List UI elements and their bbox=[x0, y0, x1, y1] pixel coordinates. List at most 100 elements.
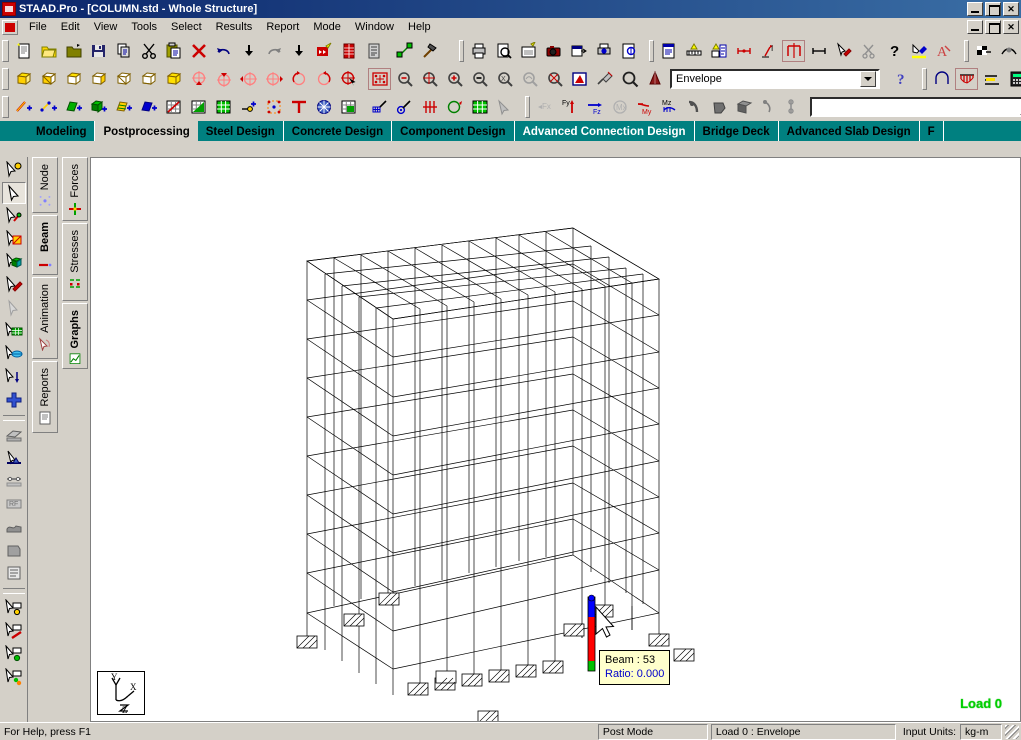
chevron-down-icon[interactable] bbox=[860, 70, 876, 87]
solid-property-icon[interactable] bbox=[2, 539, 26, 561]
node-point-icon[interactable] bbox=[237, 96, 260, 118]
vtab-stresses[interactable]: Stresses bbox=[62, 223, 88, 301]
dimension-beam-icon[interactable] bbox=[707, 40, 730, 62]
select-by-node-icon[interactable] bbox=[2, 597, 26, 619]
view-3d-icon[interactable] bbox=[112, 68, 135, 90]
spin-left-icon[interactable] bbox=[287, 68, 310, 90]
scale-icon[interactable] bbox=[783, 96, 806, 118]
add-plate-icon[interactable] bbox=[62, 96, 85, 118]
fz-force-icon[interactable]: Fz bbox=[583, 96, 606, 118]
undo-icon[interactable] bbox=[212, 40, 235, 62]
cut-scissors-icon[interactable] bbox=[137, 40, 160, 62]
vtab-reports[interactable]: Reports bbox=[32, 361, 58, 433]
toolbar-grip-print[interactable] bbox=[459, 39, 464, 62]
view-solid-icon[interactable] bbox=[162, 68, 185, 90]
menu-view[interactable]: View bbox=[87, 19, 125, 35]
mode-tab-concrete-design[interactable]: Concrete Design bbox=[283, 121, 393, 141]
zoom-extents-icon[interactable] bbox=[543, 68, 566, 90]
vtab-forces[interactable]: Forces bbox=[62, 157, 88, 221]
print-icon[interactable] bbox=[467, 40, 490, 62]
fx-force-icon[interactable]: Fx bbox=[533, 96, 556, 118]
grid-green-icon[interactable] bbox=[212, 96, 235, 118]
select-by-beam-icon[interactable] bbox=[2, 620, 26, 642]
pan-icon[interactable] bbox=[518, 68, 541, 90]
run-analysis-icon[interactable] bbox=[312, 40, 335, 62]
vtab-animation[interactable]: Animation bbox=[32, 277, 58, 359]
add-beam-icon[interactable] bbox=[12, 96, 35, 118]
minimize-button[interactable] bbox=[967, 2, 983, 16]
select-plate-cursor-icon[interactable] bbox=[2, 228, 26, 250]
mode-tab-advanced-connection-design[interactable]: Advanced Connection Design bbox=[514, 121, 695, 141]
select-surface-cursor-icon[interactable] bbox=[2, 274, 26, 296]
save-icon[interactable] bbox=[87, 40, 110, 62]
select-geometry-icon[interactable] bbox=[2, 297, 26, 319]
resize-grip[interactable] bbox=[1005, 724, 1019, 739]
grid-diagonal-icon[interactable] bbox=[162, 96, 185, 118]
export-view-icon[interactable] bbox=[567, 40, 590, 62]
load-case-combo[interactable]: Envelope bbox=[670, 68, 880, 89]
mode-tab-overflow[interactable]: F bbox=[919, 121, 944, 141]
my-moment-icon[interactable]: My bbox=[633, 96, 656, 118]
cut-section-icon[interactable] bbox=[857, 40, 880, 62]
toolbar-grip-geometry[interactable] bbox=[2, 95, 9, 118]
display-node-icon[interactable] bbox=[732, 40, 755, 62]
snap-circle-icon[interactable] bbox=[393, 96, 416, 118]
print-network-icon[interactable] bbox=[592, 40, 615, 62]
view-x-icon[interactable] bbox=[37, 68, 60, 90]
paste-icon[interactable] bbox=[162, 40, 185, 62]
menu-select[interactable]: Select bbox=[164, 19, 209, 35]
fy-force-icon[interactable]: Fy bbox=[558, 96, 581, 118]
vtab-node[interactable]: Node bbox=[32, 157, 58, 213]
maximize-button[interactable] bbox=[985, 2, 1001, 16]
view-z-icon[interactable] bbox=[87, 68, 110, 90]
child-restore-button[interactable] bbox=[985, 20, 1001, 34]
material-icon[interactable]: RF bbox=[2, 493, 26, 515]
display-options-icon[interactable] bbox=[568, 68, 591, 90]
snap-beam-icon[interactable] bbox=[368, 96, 391, 118]
spin-right-icon[interactable] bbox=[312, 68, 335, 90]
select-load-icon[interactable] bbox=[2, 366, 26, 388]
structure-view[interactable]: Beam : 53 Ratio: 0.000 Load 0 X Y Z bbox=[90, 157, 1021, 722]
menu-tools[interactable]: Tools bbox=[124, 19, 164, 35]
notes-icon[interactable] bbox=[657, 40, 680, 62]
menu-results[interactable]: Results bbox=[209, 19, 260, 35]
add-mesh-icon[interactable] bbox=[137, 96, 160, 118]
mx-moment-icon[interactable]: Mx bbox=[608, 96, 631, 118]
view-from-icon[interactable] bbox=[972, 40, 995, 62]
redo-icon[interactable] bbox=[262, 40, 285, 62]
take-picture-icon[interactable] bbox=[517, 40, 540, 62]
magnifier-icon[interactable] bbox=[618, 68, 641, 90]
toolbar-grip-forces[interactable] bbox=[525, 95, 530, 118]
circular-repeat-icon[interactable] bbox=[312, 96, 335, 118]
toolbar-grip[interactable] bbox=[2, 39, 9, 62]
undo-dropdown-icon[interactable] bbox=[237, 40, 260, 62]
solid-stress-icon[interactable] bbox=[733, 96, 756, 118]
mode-tab-modeling[interactable]: Modeling bbox=[28, 121, 96, 141]
support-icon[interactable] bbox=[287, 96, 310, 118]
rotate-left-icon[interactable] bbox=[237, 68, 260, 90]
zoom-out-icon[interactable] bbox=[393, 68, 416, 90]
grid-setup-icon[interactable] bbox=[468, 96, 491, 118]
print-preview-icon[interactable] bbox=[492, 40, 515, 62]
deflection-icon[interactable] bbox=[683, 96, 706, 118]
zoom-window-icon[interactable] bbox=[368, 67, 391, 90]
select-group-icon[interactable] bbox=[2, 320, 26, 342]
toolbar-grip-results[interactable] bbox=[922, 67, 927, 90]
text-annotate-icon[interactable]: A bbox=[932, 40, 955, 62]
child-close-button[interactable]: ✕ bbox=[1003, 20, 1019, 34]
member-release-icon[interactable] bbox=[2, 470, 26, 492]
camera-icon[interactable] bbox=[542, 40, 565, 62]
page-setup-icon[interactable] bbox=[617, 40, 640, 62]
bending-moment-icon[interactable] bbox=[930, 68, 953, 90]
support-spec-icon[interactable] bbox=[2, 447, 26, 469]
copy-icon[interactable] bbox=[112, 40, 135, 62]
menu-edit[interactable]: Edit bbox=[54, 19, 87, 35]
beam-section-icon[interactable] bbox=[2, 424, 26, 446]
pointer-pencil-icon[interactable] bbox=[832, 40, 855, 62]
symmetry-icon[interactable] bbox=[782, 39, 805, 62]
new-file-icon[interactable] bbox=[12, 40, 35, 62]
delete-x-icon[interactable] bbox=[187, 40, 210, 62]
menu-help[interactable]: Help bbox=[401, 19, 438, 35]
animate-icon[interactable] bbox=[758, 96, 781, 118]
highlight-icon[interactable] bbox=[907, 40, 930, 62]
